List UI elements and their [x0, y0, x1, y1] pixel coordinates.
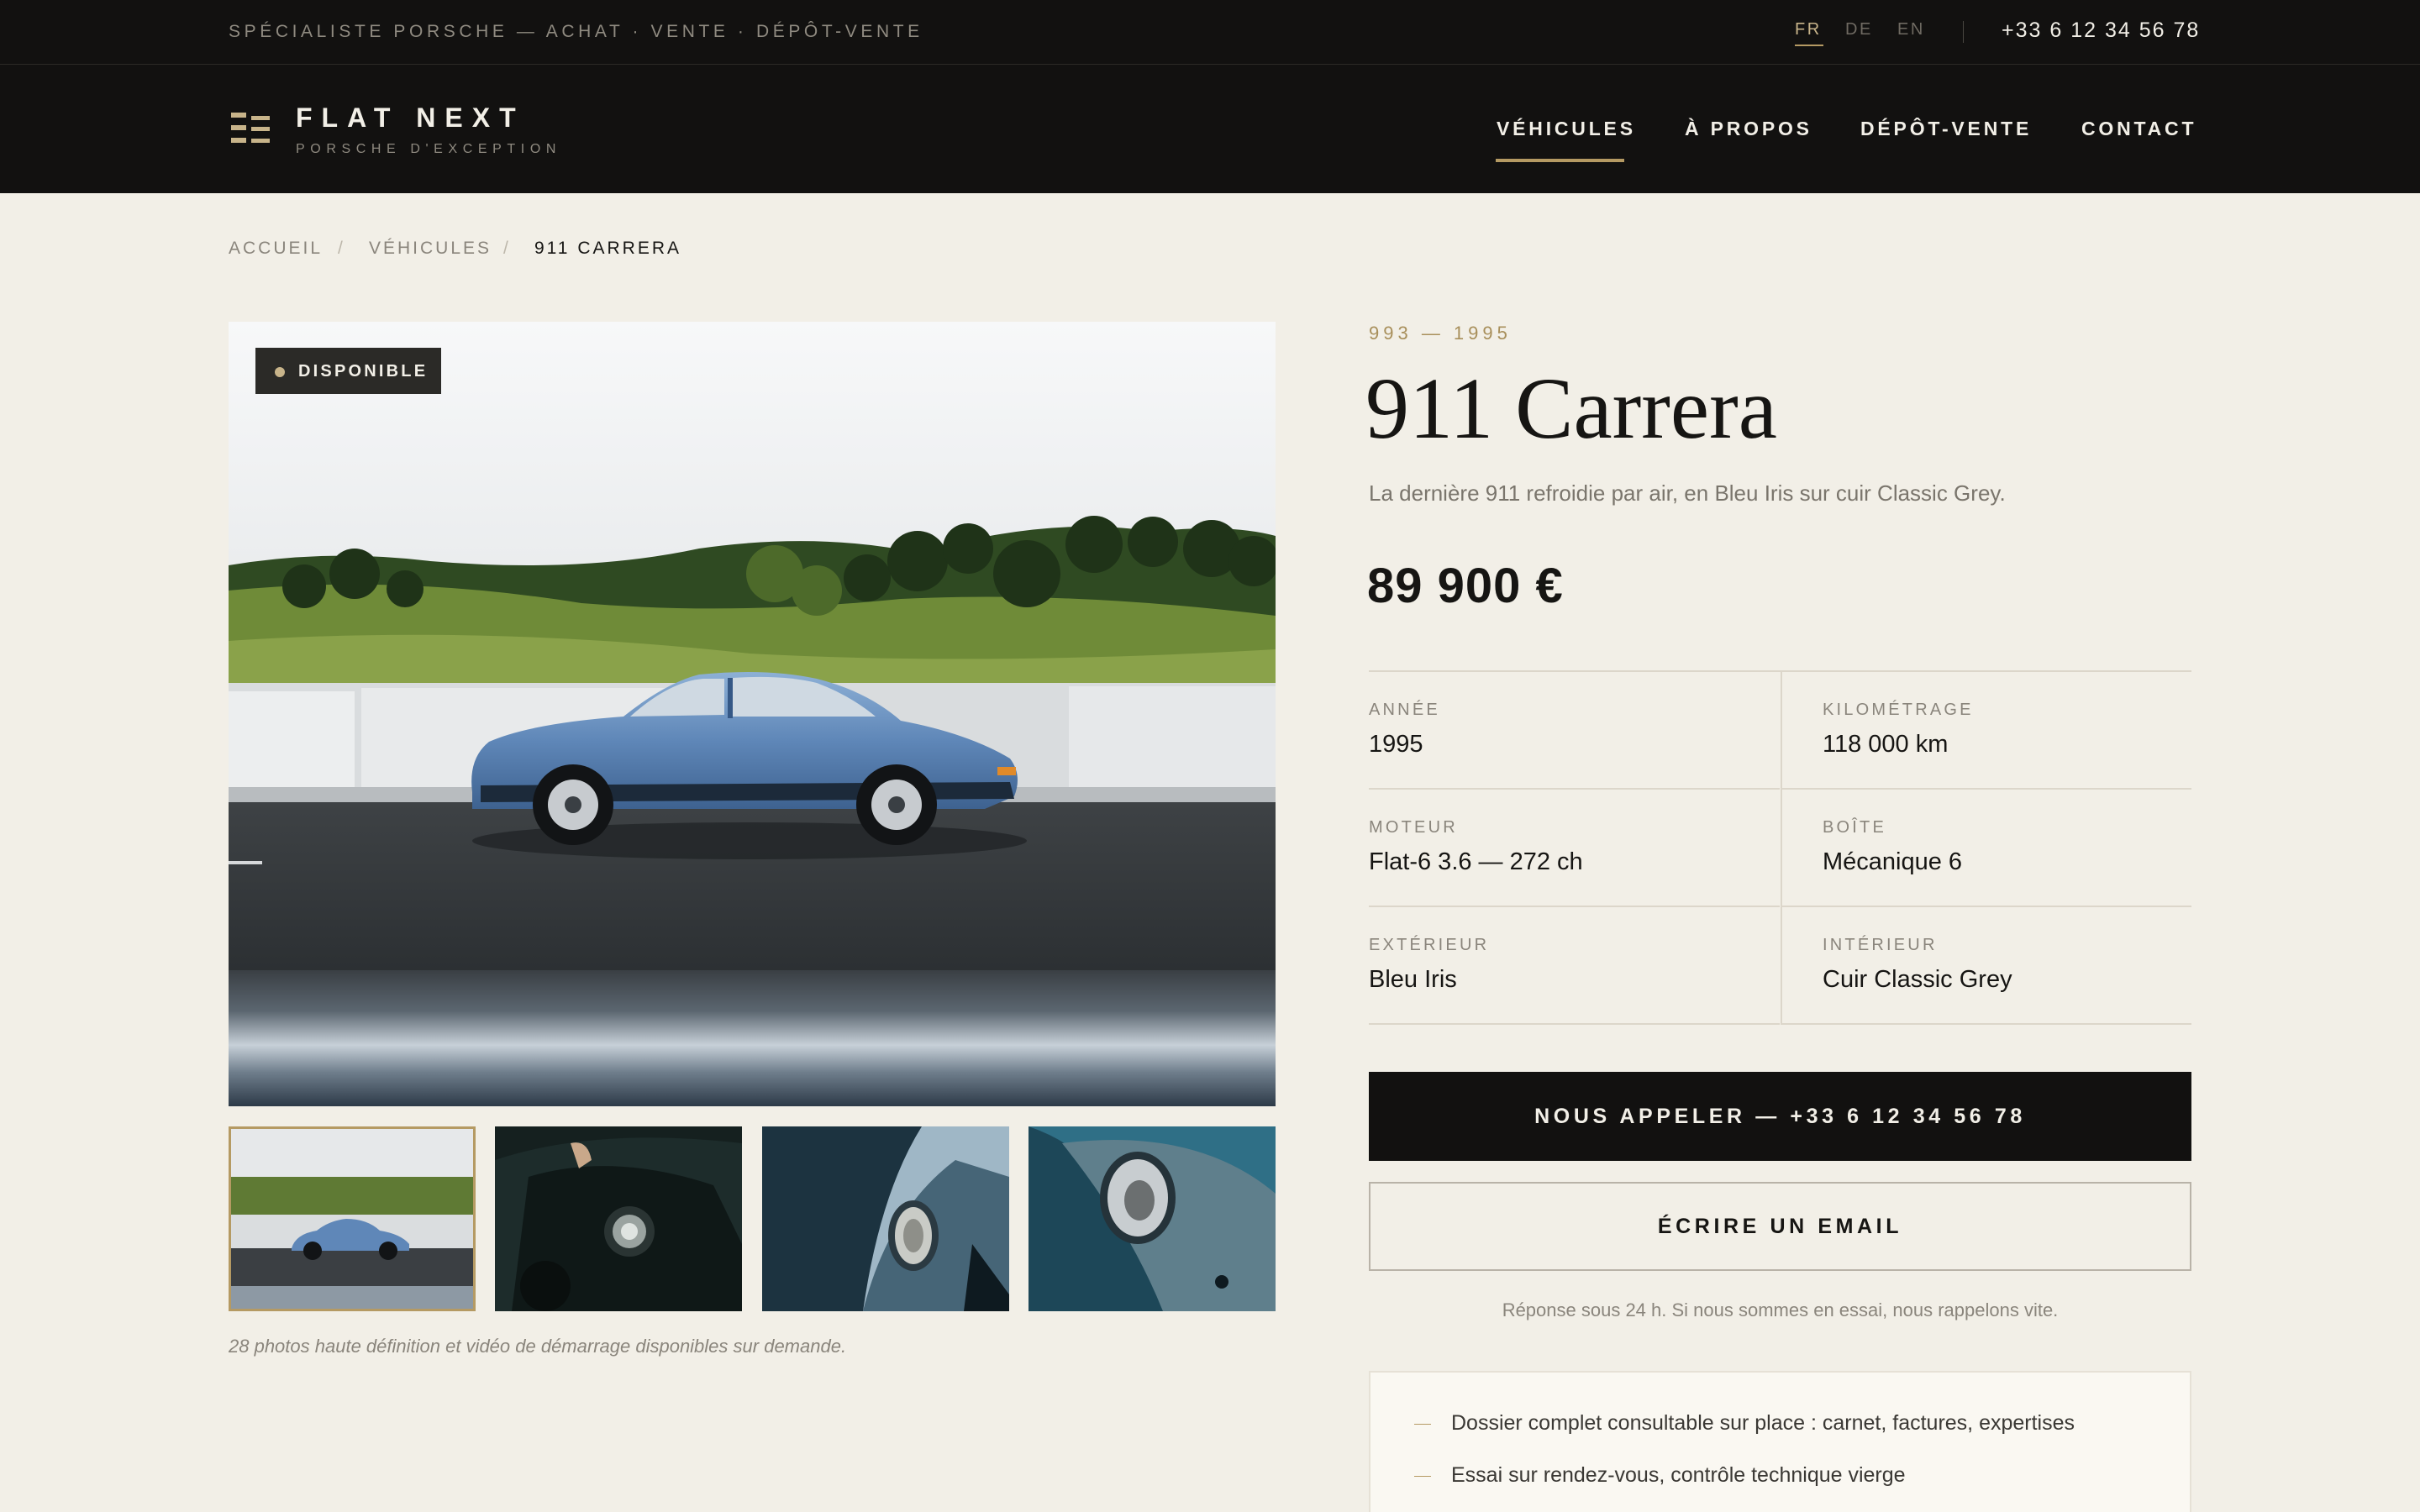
- availability-badge: DISPONIBLE: [255, 348, 441, 394]
- spec-label: INTÉRIEUR: [1823, 936, 1938, 954]
- thumbnail-2[interactable]: [495, 1126, 742, 1311]
- gallery-caption: 28 photos haute définition et vidéo de d…: [229, 1336, 847, 1357]
- lang-active-underline: [1795, 45, 1823, 46]
- spec-boite: BOÎTE Mécanique 6: [1781, 790, 2191, 907]
- spec-label: BOÎTE: [1823, 818, 1887, 837]
- thumbnail-3[interactable]: [762, 1126, 1009, 1311]
- thumbnail-4[interactable]: [1028, 1126, 1276, 1311]
- spec-interieur: INTÉRIEUR Cuir Classic Grey: [1781, 907, 2191, 1025]
- nav-active-underline: [1496, 159, 1624, 162]
- reply-note: Réponse sous 24 h. Si nous sommes en ess…: [1502, 1299, 2059, 1320]
- breadcrumb-vehicules[interactable]: VÉHICULES: [369, 239, 492, 259]
- availability-badge-label: DISPONIBLE: [298, 362, 429, 381]
- vehicle-price: 89 900 €: [1367, 559, 1564, 613]
- spec-exterieur: EXTÉRIEUR Bleu Iris: [1369, 907, 1780, 1025]
- breadcrumb-accueil[interactable]: ACCUEIL: [229, 239, 323, 259]
- thumbnail-headlight-close: [1028, 1126, 1276, 1311]
- site-header: FLAT NEXT PORSCHE D'EXCEPTION VÉHICULES …: [0, 65, 2420, 193]
- spec-label: ANNÉE: [1369, 701, 1440, 719]
- spec-value: 1995: [1369, 731, 1423, 758]
- call-button[interactable]: NOUS APPELER — +33 6 12 34 56 78: [1369, 1072, 2191, 1161]
- thumbnail-1[interactable]: [229, 1126, 476, 1311]
- breadcrumb-separator: /: [338, 239, 343, 258]
- logo-name[interactable]: FLAT NEXT: [296, 102, 525, 134]
- spec-label: MOTEUR: [1369, 818, 1458, 837]
- dash-icon: [1414, 1476, 1431, 1477]
- perk-text: Essai sur rendez-vous, contrôle techniqu…: [1451, 1463, 1906, 1487]
- topbar-divider: [1963, 21, 1964, 43]
- vehicle-subtitle: La dernière 911 refroidie par air, en Bl…: [1369, 480, 2006, 506]
- nav-contact[interactable]: CONTACT: [2081, 118, 2196, 140]
- vehicle-title: 911 Carrera: [1365, 360, 1777, 457]
- spec-value: 118 000 km: [1823, 731, 1949, 758]
- logo-icon[interactable]: [231, 113, 270, 144]
- spec-value: Mécanique 6: [1823, 848, 1963, 875]
- lang-fr[interactable]: FR: [1795, 20, 1822, 39]
- vehicle-years: 993 — 1995: [1369, 323, 1512, 344]
- thumbnail-dark-front: [495, 1126, 742, 1311]
- thumbnail-car-side: [229, 1126, 476, 1311]
- breadcrumb-separator: /: [503, 239, 508, 258]
- lang-de[interactable]: DE: [1845, 20, 1873, 39]
- spec-annee: ANNÉE 1995: [1369, 672, 1780, 790]
- top-tagline: SPÉCIALISTE PORSCHE — ACHAT · VENTE · DÉ…: [229, 22, 923, 41]
- spec-label: EXTÉRIEUR: [1369, 936, 1490, 954]
- top-bar: SPÉCIALISTE PORSCHE — ACHAT · VENTE · DÉ…: [0, 0, 2420, 65]
- car-photo-illustration: [229, 322, 1276, 1106]
- nav-vehicules[interactable]: VÉHICULES: [1497, 118, 1636, 140]
- dash-icon: [1414, 1424, 1431, 1425]
- spec-value: Flat-6 3.6 — 272 ch: [1369, 848, 1583, 875]
- topbar-phone-link[interactable]: +33 6 12 34 56 78: [2002, 18, 2200, 43]
- status-dot-icon: [275, 367, 285, 377]
- spec-kilometrage: KILOMÉTRAGE 118 000 km: [1781, 672, 2191, 790]
- spec-moteur: MOTEUR Flat-6 3.6 — 272 ch: [1369, 790, 1780, 907]
- email-button[interactable]: ÉCRIRE UN EMAIL: [1369, 1182, 2191, 1271]
- perks-box: Dossier complet consultable sur place : …: [1369, 1371, 2191, 1512]
- lang-en[interactable]: EN: [1897, 20, 1925, 39]
- nav-a-propos[interactable]: À PROPOS: [1685, 118, 1812, 140]
- spec-value: Bleu Iris: [1369, 966, 1457, 993]
- spec-grid: ANNÉE 1995 KILOMÉTRAGE 118 000 km MOTEUR…: [1369, 670, 2191, 1025]
- nav-depot-vente[interactable]: DÉPÔT-VENTE: [1860, 118, 2032, 140]
- main-vehicle-photo[interactable]: [229, 322, 1276, 1106]
- breadcrumb-current: 911 CARRERA: [534, 239, 681, 258]
- thumbnail-headlight-side: [762, 1126, 1009, 1311]
- perk-text: Dossier complet consultable sur place : …: [1451, 1411, 2075, 1435]
- logo-subtitle: PORSCHE D'EXCEPTION: [296, 142, 562, 156]
- spec-value: Cuir Classic Grey: [1823, 966, 2012, 993]
- spec-label: KILOMÉTRAGE: [1823, 701, 1974, 719]
